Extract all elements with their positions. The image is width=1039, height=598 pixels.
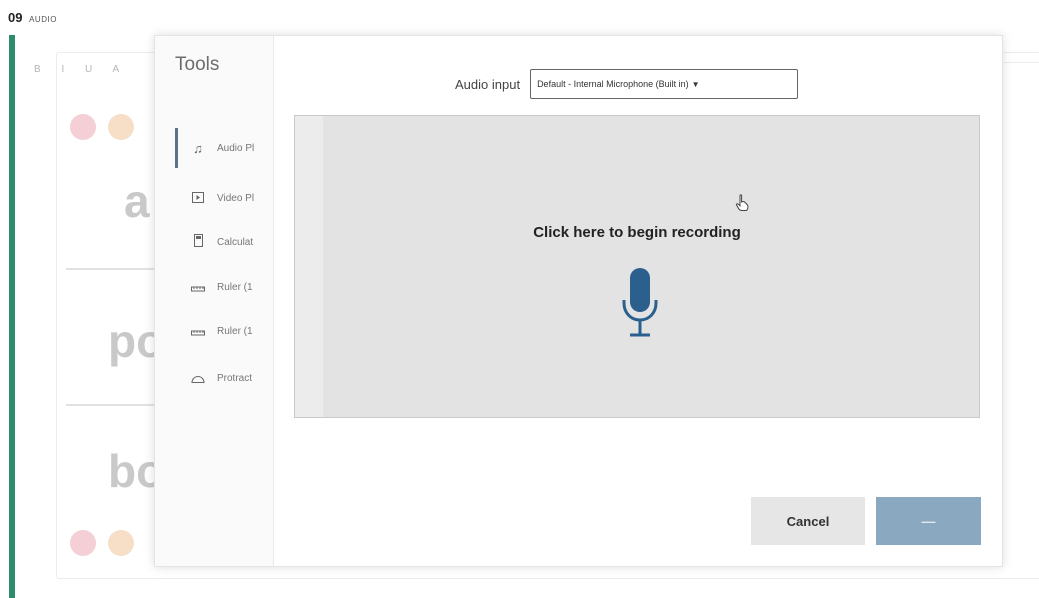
tool-item-video-player[interactable]: Video Pl bbox=[175, 178, 273, 218]
tool-item-calculator[interactable]: Calculat bbox=[175, 222, 273, 262]
background-peach-dot bbox=[108, 114, 134, 140]
tools-modal: Tools ♫ Audio Pl Video Pl Calculat Ruler… bbox=[154, 35, 1003, 567]
question-accent-bar bbox=[9, 35, 15, 598]
video-player-icon bbox=[187, 191, 209, 206]
tool-item-label: Video Pl bbox=[217, 192, 255, 204]
background-divider bbox=[66, 404, 156, 406]
tool-item-ruler-1[interactable]: Ruler (1 bbox=[175, 267, 273, 307]
tool-item-ruler-2[interactable]: Ruler (1 bbox=[175, 311, 273, 351]
tools-title: Tools bbox=[175, 54, 220, 75]
music-note-icon: ♫ bbox=[193, 140, 203, 156]
ruler-icon bbox=[187, 324, 209, 339]
cancel-button[interactable]: Cancel bbox=[751, 497, 865, 545]
audio-input-label: Audio input bbox=[455, 76, 521, 92]
record-area[interactable]: Click here to begin recording bbox=[294, 115, 980, 418]
tool-item-label: Ruler (1 bbox=[217, 281, 253, 293]
background-pink-dot bbox=[70, 114, 96, 140]
protractor-icon bbox=[187, 371, 209, 386]
question-number: 09 AUDIO bbox=[8, 10, 57, 25]
tool-item-audio-player[interactable]: ♫ Audio Pl bbox=[175, 128, 273, 168]
tool-item-label: Audio Pl bbox=[217, 142, 255, 154]
record-prompt: Click here to begin recording bbox=[533, 224, 741, 241]
question-type-tag: AUDIO bbox=[29, 15, 57, 24]
caret-down-icon: ▼ bbox=[691, 79, 700, 89]
record-area-strip bbox=[295, 116, 323, 417]
tools-sidebar: Tools ♫ Audio Pl Video Pl Calculat Ruler… bbox=[155, 36, 274, 566]
audio-input-value: Default - Internal Microphone (Built in) bbox=[537, 79, 689, 89]
tool-item-label: Ruler (1 bbox=[217, 325, 253, 337]
tool-item-label: Protract bbox=[217, 372, 253, 384]
hand-cursor-icon bbox=[735, 194, 749, 211]
audio-input-row: Audio input Default - Internal Microphon… bbox=[455, 69, 799, 99]
background-pink-dot bbox=[70, 530, 96, 556]
audio-input-select[interactable]: Default - Internal Microphone (Built in)… bbox=[530, 69, 799, 99]
calculator-icon bbox=[187, 234, 209, 250]
background-divider-right bbox=[1000, 62, 1039, 63]
ruler-icon bbox=[187, 280, 209, 295]
tool-item-label: Calculat bbox=[217, 236, 254, 248]
background-word: a bbox=[124, 175, 150, 227]
background-format-toolbar: B I U A bbox=[34, 64, 129, 75]
question-number-value: 09 bbox=[8, 10, 23, 25]
background-divider bbox=[66, 268, 156, 270]
background-peach-dot bbox=[108, 530, 134, 556]
microphone-icon bbox=[622, 268, 658, 337]
confirm-button[interactable]: — bbox=[876, 497, 981, 545]
tool-item-protractor[interactable]: Protract bbox=[175, 358, 273, 398]
